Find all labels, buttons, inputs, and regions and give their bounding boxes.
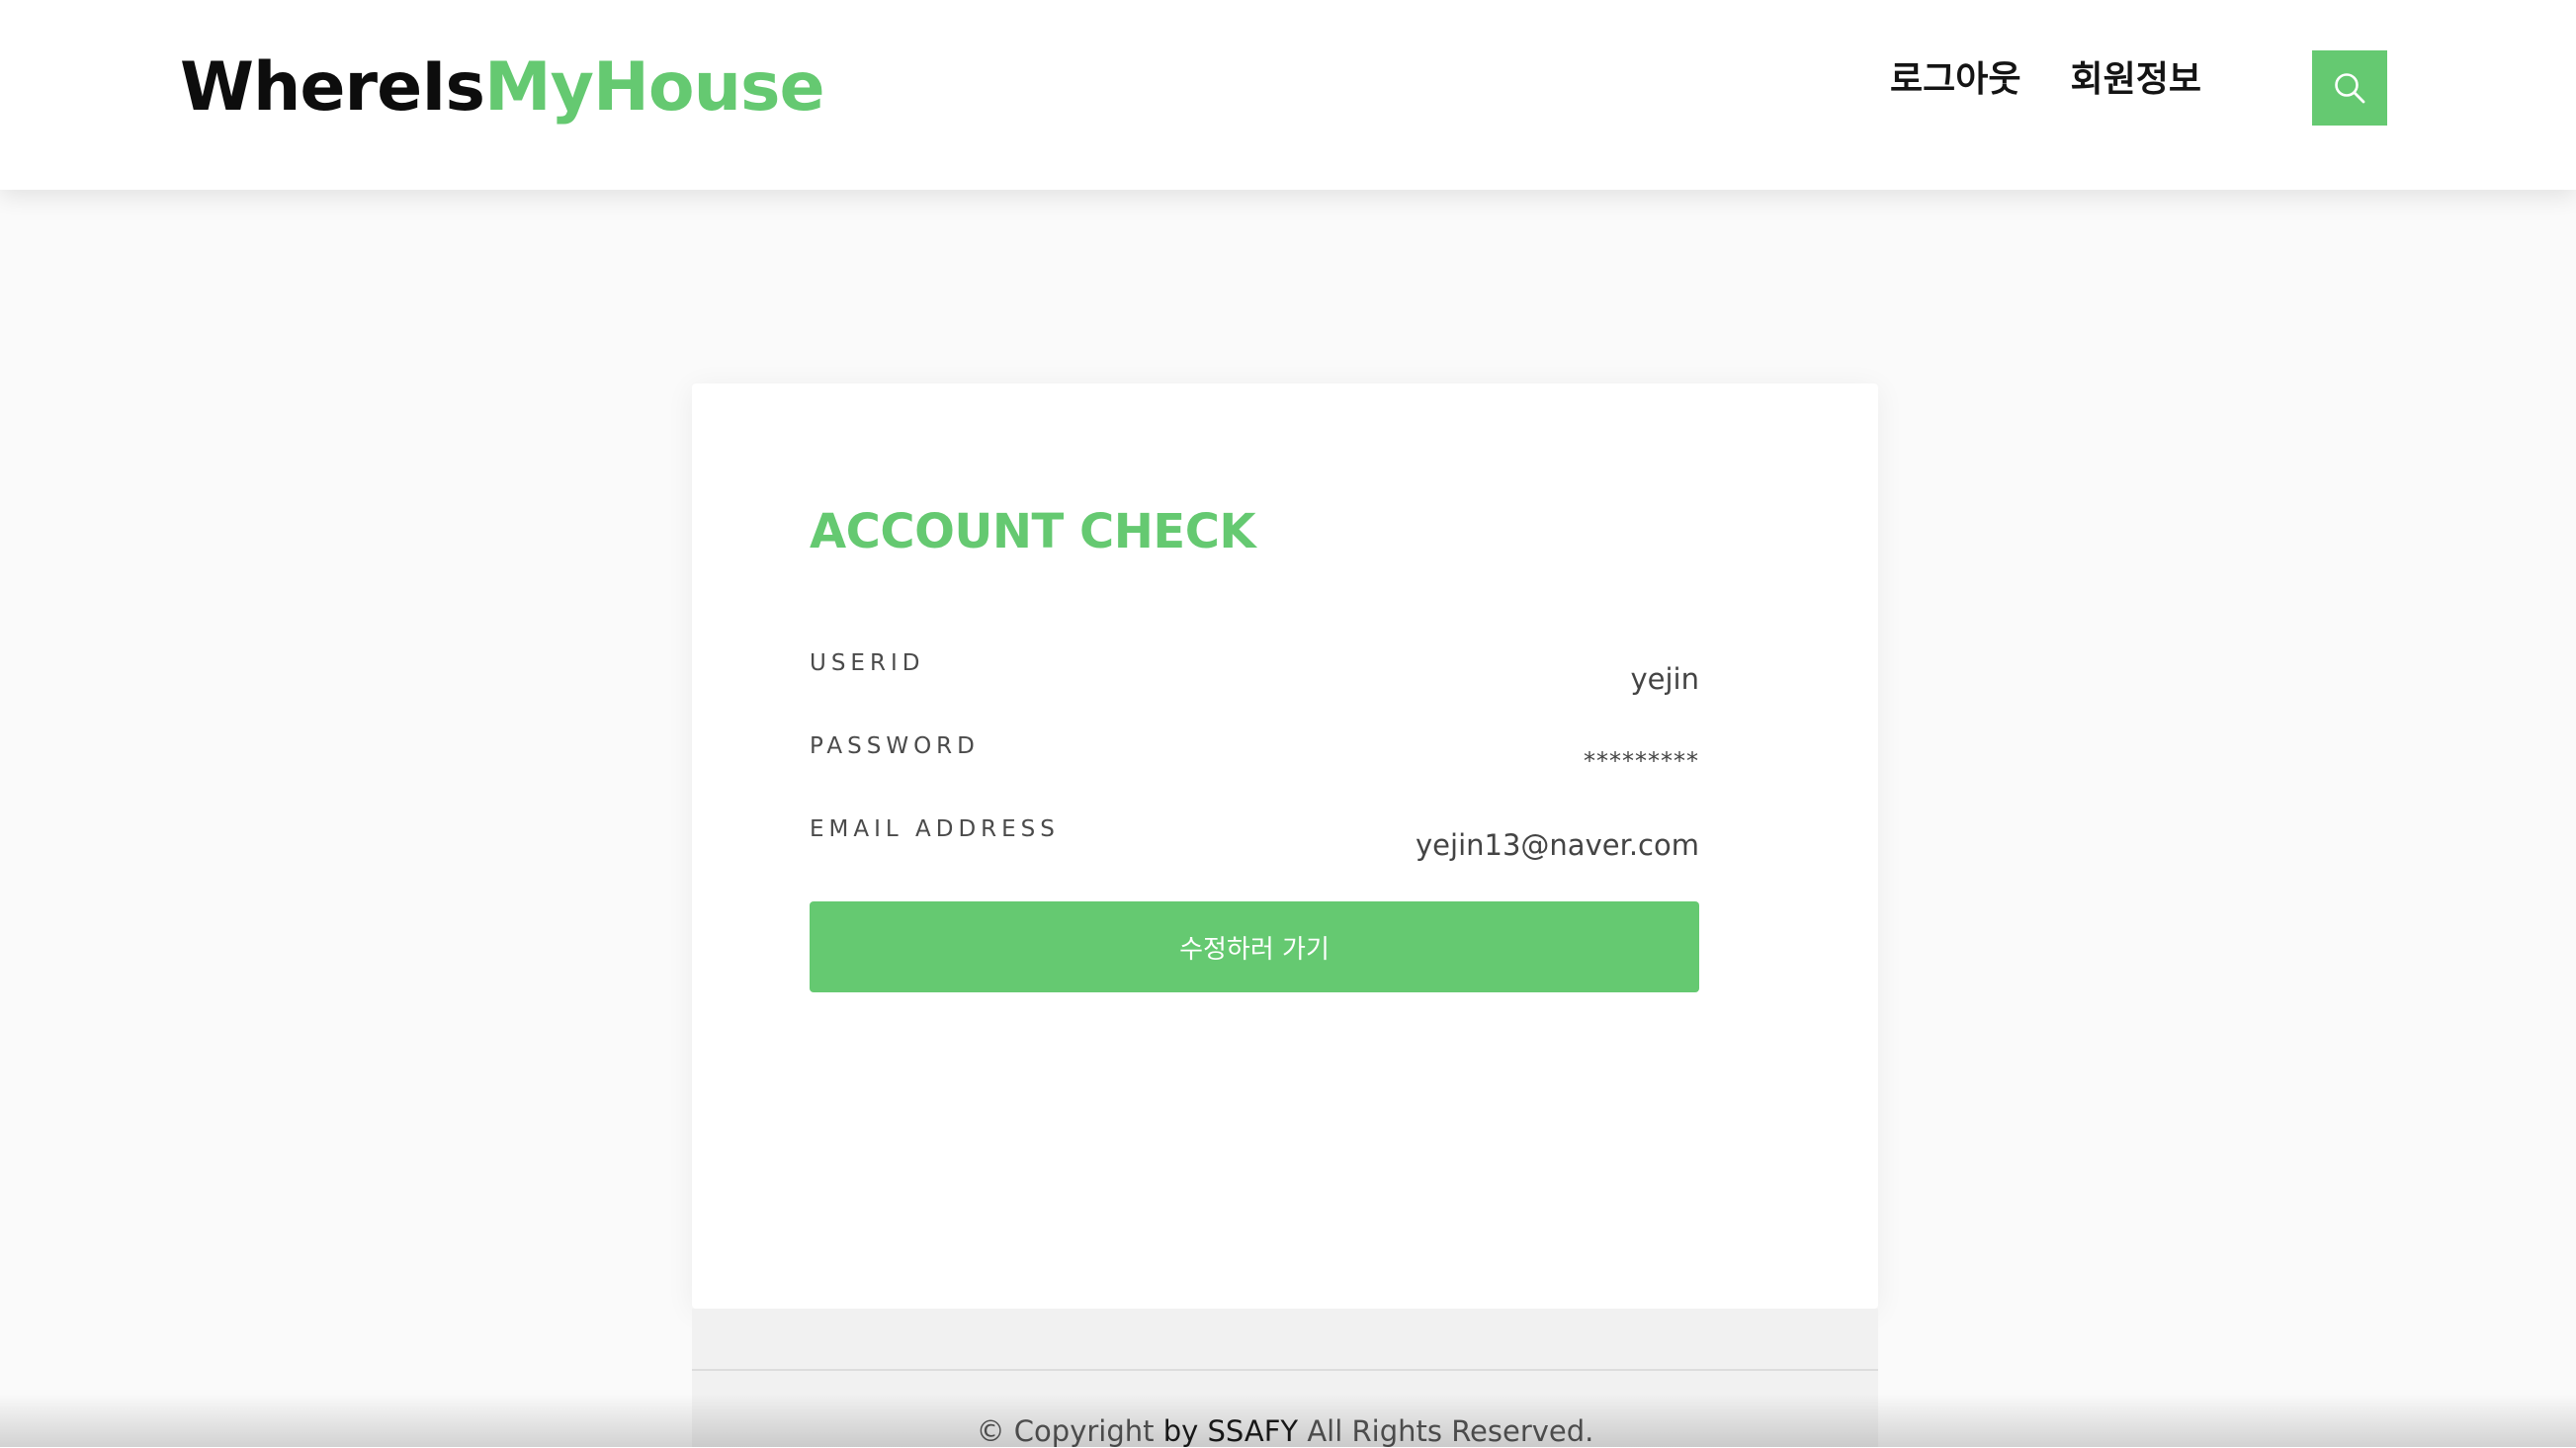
- email-value: yejin13@naver.com: [1416, 828, 1699, 862]
- main-nav: 로그아웃 회원정보: [1890, 55, 2201, 105]
- password-label: PASSWORD: [810, 733, 980, 759]
- password-row: PASSWORD *********: [810, 733, 1699, 793]
- search-button[interactable]: [2312, 50, 2387, 126]
- logo-text-whereis: WhereIs: [180, 48, 485, 127]
- copyright-prefix: © Copyright: [976, 1414, 1155, 1448]
- account-check-title: ACCOUNT CHECK: [810, 504, 1256, 559]
- edit-account-button[interactable]: 수정하러 가기: [810, 901, 1699, 992]
- password-value: *********: [1584, 747, 1699, 775]
- copyright-suffix: All Rights Reserved.: [1307, 1414, 1594, 1448]
- account-check-card: ACCOUNT CHECK USERID yejin PASSWORD ****…: [692, 383, 1878, 1309]
- nav-member-info-link[interactable]: 회원정보: [2070, 55, 2200, 105]
- userid-value: yejin: [1630, 662, 1700, 696]
- search-icon: [2335, 73, 2365, 104]
- copyright-text: © Copyright by SSAFY All Rights Reserved…: [692, 1414, 1878, 1448]
- site-header: WhereIsMyHouse 로그아웃 회원정보: [0, 0, 2576, 190]
- site-logo[interactable]: WhereIsMyHouse: [180, 45, 825, 130]
- email-row: EMAIL ADDRESS yejin13@naver.com: [810, 816, 1699, 876]
- nav-logout-link[interactable]: 로그아웃: [1890, 55, 2020, 105]
- userid-row: USERID yejin: [810, 650, 1699, 710]
- footer-divider: [692, 1369, 1878, 1371]
- userid-label: USERID: [810, 650, 925, 676]
- copyright-by: by SSAFY: [1162, 1414, 1299, 1448]
- site-footer: © Copyright by SSAFY All Rights Reserved…: [692, 1309, 1878, 1448]
- logo-text-myhouse: MyHouse: [483, 48, 825, 127]
- email-label: EMAIL ADDRESS: [810, 816, 1060, 842]
